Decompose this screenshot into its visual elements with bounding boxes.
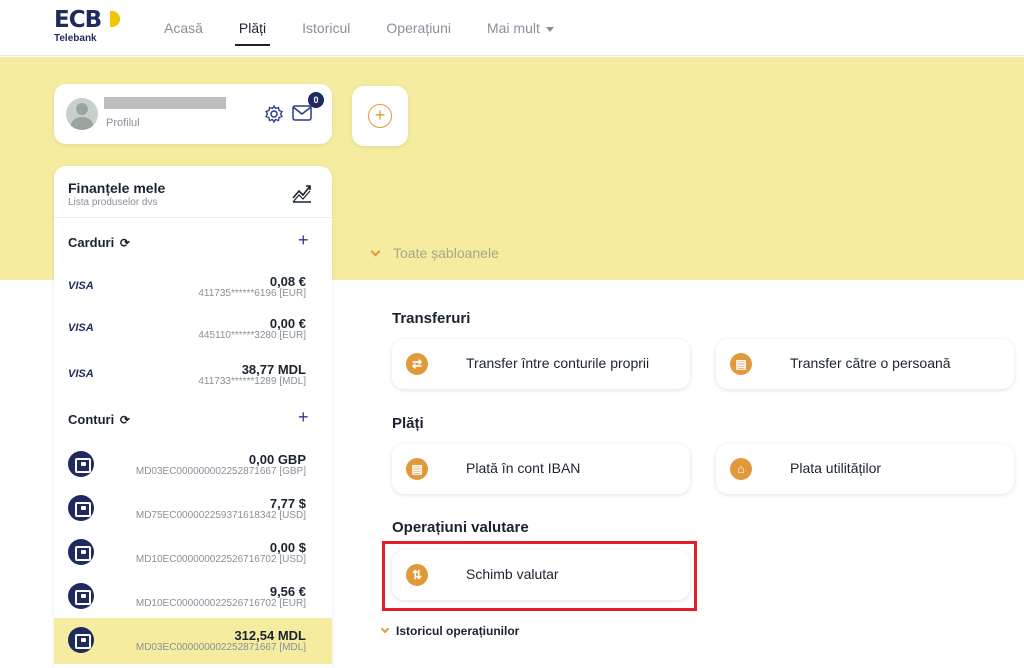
nav-item-acasa[interactable]: Acasă xyxy=(164,0,203,56)
account-balance: 0,00 $ xyxy=(269,540,306,555)
utilities-payment-label: Plata utilităților xyxy=(790,460,882,476)
avatar[interactable] xyxy=(66,98,98,130)
card-balance: 0,00 € xyxy=(269,316,306,331)
account-balance: 9,56 € xyxy=(269,584,306,599)
transfers-title: Transferuri xyxy=(392,310,471,327)
finances-header: Finanțele mele Lista produselor dvs xyxy=(54,166,332,218)
card-row[interactable]: VISA 0,08 € 411735******6196 [EUR] xyxy=(54,266,332,308)
account-row[interactable]: 7,77 $ MD75EC000002259371618342 [USD] xyxy=(54,488,332,530)
card-row[interactable]: VISA 0,00 € 445110******3280 [EUR] xyxy=(54,308,332,350)
nav-item-operatiuni[interactable]: Operațiuni xyxy=(386,0,451,56)
logo-accent xyxy=(110,11,120,27)
card-number: 445110******3280 [EUR] xyxy=(198,330,306,341)
accounts-title-label: Conturi xyxy=(68,412,115,427)
refresh-icon[interactable]: ⟳ xyxy=(120,413,130,427)
chevron-down-icon xyxy=(380,624,390,634)
transfer-own-accounts-label: Transfer între conturile proprii xyxy=(466,355,650,371)
top-navigation: ECB Telebank Acasă Plăți Istoricul Opera… xyxy=(0,0,1024,56)
cards-title-label: Carduri xyxy=(68,235,115,250)
account-iban: MD10EC000000022526716702 [USD] xyxy=(135,554,306,565)
nav-item-mai-mult[interactable]: Mai mult xyxy=(487,0,554,56)
fx-title: Operațiuni valutare xyxy=(392,519,529,536)
card-balance: 38,77 MDL xyxy=(241,362,306,377)
account-row[interactable]: 9,56 € MD10EC000000022526716702 [EUR] xyxy=(54,576,332,618)
account-iban: MD75EC000002259371618342 [USD] xyxy=(135,510,306,521)
wallet-icon xyxy=(68,451,94,477)
transfer-to-person-button[interactable]: ▤ Transfer către o persoană xyxy=(716,339,1014,389)
profile-card: Profilul 0 xyxy=(54,84,332,144)
operations-history-label: Istoricul operațiunilor xyxy=(396,624,520,638)
swap-icon: ⇄ xyxy=(406,353,428,375)
card-row[interactable]: VISA 38,77 MDL 411733******1289 [MDL] xyxy=(54,354,332,396)
add-template-button[interactable]: + xyxy=(352,86,408,146)
notification-badge: 0 xyxy=(308,92,324,108)
card-number: 411733******1289 [MDL] xyxy=(198,376,306,387)
wallet-icon xyxy=(68,539,94,565)
accounts-title: Conturi ⟳ xyxy=(68,412,130,427)
visa-logo: VISA xyxy=(68,280,94,292)
add-account-button[interactable]: + xyxy=(298,407,309,428)
transfer-to-person-label: Transfer către o persoană xyxy=(790,355,951,371)
account-iban: MD03EC000000002252871667 [GBP] xyxy=(135,466,306,477)
account-row[interactable]: 0,00 GBP MD03EC000000002252871667 [GBP] xyxy=(54,444,332,486)
account-iban: MD10EC000000022526716702 [EUR] xyxy=(135,598,306,609)
account-balance: 7,77 $ xyxy=(269,496,306,511)
iban-payment-button[interactable]: ▤ Plată în cont IBAN xyxy=(392,444,690,494)
logo-text: ECB xyxy=(54,7,102,33)
bank-icon: ▤ xyxy=(406,458,428,480)
add-card-button[interactable]: + xyxy=(298,230,309,251)
chart-icon[interactable] xyxy=(290,182,314,206)
account-balance: 312,54 MDL xyxy=(234,628,306,643)
wallet-icon xyxy=(68,583,94,609)
highlight-box xyxy=(382,541,697,611)
nav-item-plati[interactable]: Plăți xyxy=(234,0,271,56)
nav-item-mai-mult-label: Mai mult xyxy=(486,20,540,36)
account-row[interactable]: 0,00 $ MD10EC000000022526716702 [USD] xyxy=(54,532,332,574)
all-templates-toggle[interactable]: Toate șabloanele xyxy=(370,245,499,261)
chevron-down-icon xyxy=(545,26,554,32)
finances-panel: Finanțele mele Lista produselor dvs Card… xyxy=(54,166,332,668)
account-iban: MD03EC000000002252871667 [MDL] xyxy=(135,642,306,653)
visa-logo: VISA xyxy=(68,322,94,334)
nav-item-istoricul[interactable]: Istoricul xyxy=(302,0,350,56)
cards-title: Carduri ⟳ xyxy=(68,235,130,250)
account-balance: 0,00 GBP xyxy=(248,452,306,467)
home-icon: ⌂ xyxy=(730,458,752,480)
utilities-payment-button[interactable]: ⌂ Plata utilităților xyxy=(716,444,1014,494)
finances-subtitle: Lista produselor dvs xyxy=(68,197,158,208)
refresh-icon[interactable]: ⟳ xyxy=(120,236,130,250)
plus-icon: + xyxy=(368,104,392,128)
profile-link[interactable]: Profilul xyxy=(106,117,140,129)
bank-icon: ▤ xyxy=(730,353,752,375)
wallet-icon xyxy=(68,495,94,521)
transfer-own-accounts-button[interactable]: ⇄ Transfer între conturile proprii xyxy=(392,339,690,389)
user-name-redacted xyxy=(104,97,226,109)
card-balance: 0,08 € xyxy=(269,274,306,289)
gear-icon[interactable] xyxy=(264,104,284,124)
chevron-down-icon xyxy=(370,246,381,257)
operations-history-toggle[interactable]: Istoricul operațiunilor xyxy=(380,624,520,638)
all-templates-label: Toate șabloanele xyxy=(393,245,499,261)
iban-payment-label: Plată în cont IBAN xyxy=(466,460,581,476)
wallet-icon xyxy=(68,627,94,653)
account-row-selected[interactable]: 312,54 MDL MD03EC000000002252871667 [MDL… xyxy=(54,618,332,664)
main-menu: Acasă Plăți Istoricul Operațiuni Mai mul… xyxy=(164,0,590,56)
logo-subtitle: Telebank xyxy=(54,33,97,44)
payments-title: Plăți xyxy=(392,415,424,432)
card-number: 411735******6196 [EUR] xyxy=(198,288,306,299)
visa-logo: VISA xyxy=(68,368,94,380)
finances-title: Finanțele mele xyxy=(68,180,166,196)
ecb-telebank-logo[interactable]: ECB Telebank xyxy=(54,7,120,47)
